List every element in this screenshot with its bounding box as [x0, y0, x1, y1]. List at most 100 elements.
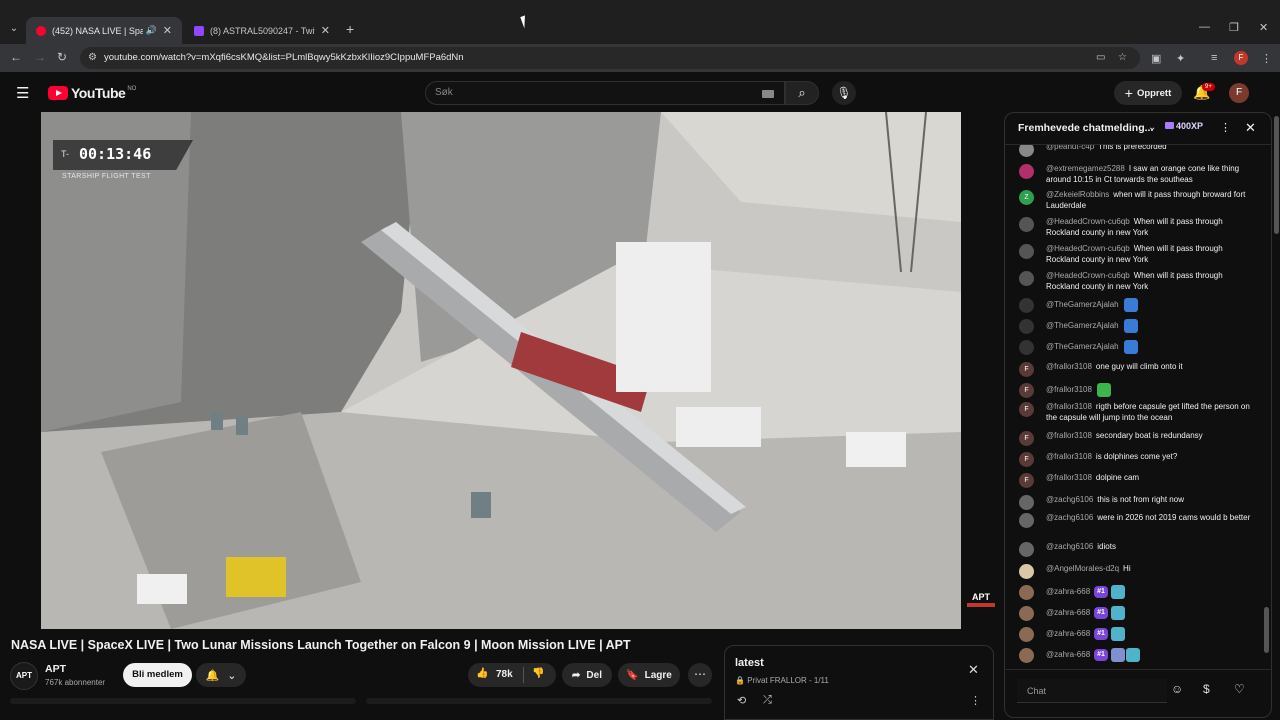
chat-author-name[interactable]: @zahra-668 — [1046, 587, 1090, 596]
chat-author-avatar[interactable] — [1019, 627, 1034, 642]
chat-author-name[interactable]: @zahra-668 — [1046, 650, 1090, 659]
chat-author-name[interactable]: @TheGamerzAjalah — [1046, 300, 1119, 309]
reload-icon[interactable]: ↻ — [57, 50, 67, 64]
tab-search-chevron-icon[interactable]: ⌄ — [6, 21, 22, 37]
channel-name[interactable]: APT — [45, 663, 66, 675]
chat-author-avatar[interactable]: F — [1019, 431, 1034, 446]
minimize-icon[interactable]: — — [1199, 21, 1210, 33]
close-playlist-icon[interactable]: ✕ — [968, 662, 979, 678]
chat-author-name[interactable]: @frallor3108 — [1046, 402, 1092, 411]
xp-badge[interactable]: 400XP — [1165, 121, 1203, 131]
chevron-down-icon[interactable]: ⌄ — [1148, 122, 1156, 133]
chat-author-avatar[interactable]: F — [1019, 383, 1034, 398]
chat-author-name[interactable]: @frallor3108 — [1046, 362, 1092, 371]
chat-author-name[interactable]: @frallor3108 — [1046, 385, 1092, 394]
restore-icon[interactable]: ❐ — [1229, 21, 1239, 34]
playlist-title[interactable]: latest — [735, 657, 764, 669]
back-icon[interactable]: ← — [10, 50, 22, 64]
chat-author-name[interactable]: @zahra-668 — [1046, 608, 1090, 617]
chat-author-name[interactable]: @ZekeielRobbins — [1046, 190, 1109, 199]
chat-scroll-thumb[interactable] — [1264, 607, 1269, 653]
more-actions-icon[interactable]: ⋯ — [688, 663, 712, 687]
like-count[interactable]: 78k — [496, 669, 513, 680]
chat-author-avatar[interactable] — [1019, 217, 1034, 232]
dislike-thumb-icon[interactable]: 👎 — [532, 668, 544, 679]
subscription-notification-button[interactable]: 🔔 ⌄ — [196, 663, 246, 687]
channel-watermark[interactable]: APT — [967, 592, 995, 607]
chat-author-name[interactable]: @zachg6106 — [1046, 513, 1093, 522]
chat-author-avatar[interactable]: Z — [1019, 190, 1034, 205]
video-player[interactable]: T- 00:13:46 STARSHIP FLIGHT TEST — [41, 112, 961, 629]
chat-scrollbar[interactable] — [1264, 147, 1269, 667]
chat-author-name[interactable]: @extremegamez5288 — [1046, 164, 1125, 173]
chat-author-avatar[interactable] — [1019, 271, 1034, 286]
search-input[interactable]: Søk — [425, 81, 785, 105]
chat-author-avatar[interactable]: F — [1019, 362, 1034, 377]
chat-author-name[interactable]: @zachg6106 — [1046, 542, 1093, 551]
media-control-icon[interactable]: ≡ — [1211, 52, 1217, 64]
forward-icon[interactable]: → — [34, 50, 46, 64]
chat-author-avatar[interactable] — [1019, 564, 1034, 579]
chat-author-name[interactable]: @zahra-668 — [1046, 629, 1090, 638]
chat-author-avatar[interactable] — [1019, 298, 1034, 313]
youtube-logo[interactable]: YouTube NO — [48, 85, 136, 101]
chat-author-avatar[interactable] — [1019, 244, 1034, 259]
chat-author-avatar[interactable] — [1019, 542, 1034, 557]
emoji-icon[interactable]: ☺ — [1171, 682, 1183, 696]
site-info-icon[interactable]: ⚙ — [88, 52, 97, 63]
keyboard-icon[interactable] — [762, 90, 774, 98]
chat-menu-icon[interactable]: ⋮ — [1220, 121, 1231, 134]
chat-author-avatar[interactable] — [1019, 164, 1034, 179]
chat-author-avatar[interactable] — [1019, 340, 1034, 355]
speaker-icon[interactable]: 🔊 — [146, 25, 157, 36]
address-bar[interactable]: ⚙ youtube.com/watch?v=mXqfi6csKMQ&list=P… — [80, 47, 1140, 69]
chat-input[interactable] — [1017, 679, 1167, 703]
search-button[interactable]: ⌕ — [785, 81, 819, 105]
install-app-icon[interactable]: ▭ — [1096, 52, 1105, 63]
chat-author-avatar[interactable] — [1019, 513, 1034, 528]
voice-search-button[interactable]: 🎙 — [832, 81, 856, 105]
chat-author-avatar[interactable] — [1019, 495, 1034, 510]
share-button[interactable]: ➦ Del — [562, 663, 612, 687]
playlist-menu-icon[interactable]: ⋮ — [970, 694, 981, 707]
browser-profile-avatar[interactable]: F — [1234, 51, 1248, 65]
chat-author-name[interactable]: @frallor3108 — [1046, 452, 1092, 461]
chat-author-name[interactable]: @TheGamerzAjalah — [1046, 321, 1119, 330]
puzzle-extensions-icon[interactable]: ✦ — [1176, 52, 1185, 65]
page-scrollbar[interactable] — [1273, 112, 1280, 720]
chat-author-name[interactable]: @zachg6106 — [1046, 495, 1093, 504]
chat-author-avatar[interactable]: F — [1019, 402, 1034, 417]
new-tab-icon[interactable]: + — [346, 21, 354, 37]
join-button[interactable]: Bli medlem — [123, 663, 192, 687]
save-button[interactable]: 🔖 Lagre — [618, 663, 680, 687]
heart-icon[interactable]: ♡ — [1234, 682, 1245, 696]
shuffle-icon[interactable]: ⤮ — [763, 694, 772, 707]
chat-author-name[interactable]: @frallor3108 — [1046, 431, 1092, 440]
loop-icon[interactable]: ⟲ — [737, 694, 746, 707]
chat-author-name[interactable]: @HeadedCrown-cu6qb — [1046, 217, 1130, 226]
extension-icon[interactable]: ▣ — [1151, 52, 1161, 65]
chat-author-name[interactable]: @frallor3108 — [1046, 473, 1092, 482]
menu-hamburger-icon[interactable]: ☰ — [16, 84, 29, 102]
chat-author-avatar[interactable] — [1019, 606, 1034, 621]
chat-author-avatar[interactable] — [1019, 648, 1034, 663]
chat-author-name[interactable]: @HeadedCrown-cu6qb — [1046, 271, 1130, 280]
close-chat-icon[interactable]: ✕ — [1245, 120, 1256, 136]
account-avatar[interactable]: F — [1229, 83, 1249, 103]
channel-avatar[interactable]: APT — [10, 662, 38, 690]
chat-author-name[interactable]: @TheGamerzAjalah — [1046, 342, 1119, 351]
browser-tab-youtube[interactable]: (452) NASA LIVE | SpaceX LI 🔊 ✕ — [26, 17, 182, 44]
chat-author-avatar[interactable]: F — [1019, 452, 1034, 467]
bookmark-star-icon[interactable]: ☆ — [1118, 52, 1127, 63]
browser-tab-twitch[interactable]: (8) ASTRAL5090247 - Twitch ✕ — [184, 17, 340, 44]
create-button[interactable]: + Opprett — [1114, 81, 1182, 105]
like-thumb-icon[interactable]: 👍 — [476, 668, 488, 679]
chat-author-avatar[interactable] — [1019, 145, 1034, 157]
chat-message-list[interactable]: @peanut-c4p This is prerecorded @extremega… — [1005, 145, 1263, 669]
page-scroll-thumb[interactable] — [1274, 116, 1279, 234]
browser-menu-icon[interactable]: ⋮ — [1261, 52, 1272, 65]
chat-author-avatar[interactable] — [1019, 319, 1034, 334]
chat-author-name[interactable]: @AngelMorales-d2q — [1046, 564, 1119, 573]
chat-mode-title[interactable]: Fremhevede chatmelding... — [1018, 122, 1153, 134]
super-chat-icon[interactable]: $ — [1203, 682, 1210, 696]
